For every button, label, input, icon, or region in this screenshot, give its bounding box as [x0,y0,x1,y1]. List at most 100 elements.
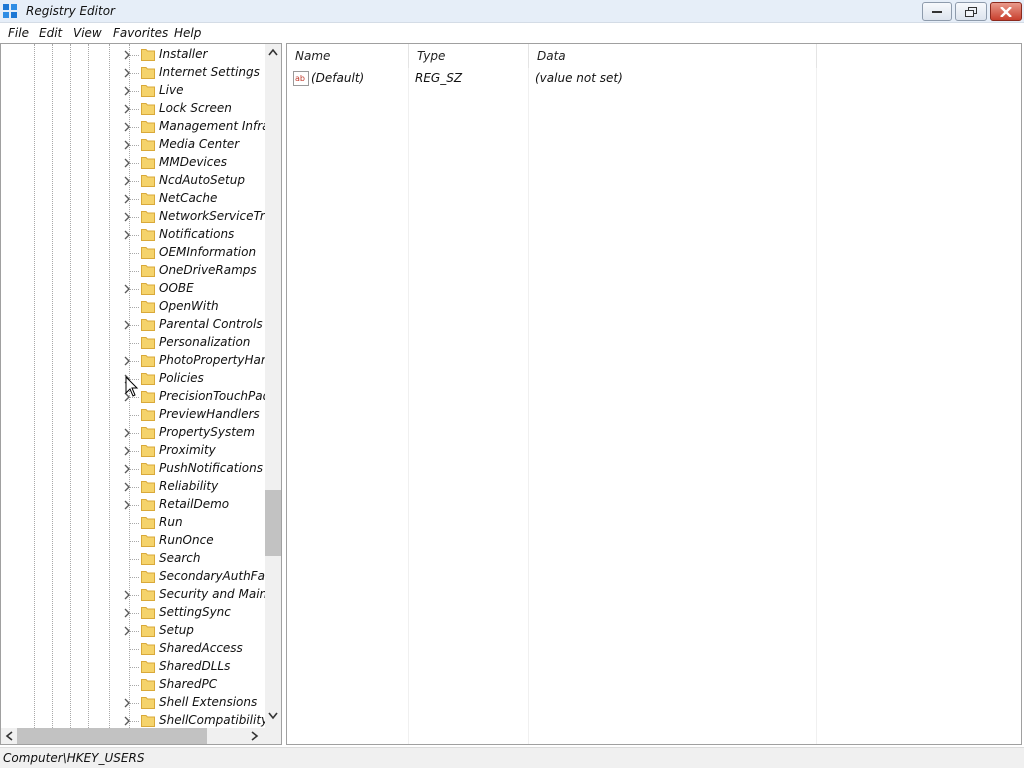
tree-item[interactable]: Setup [1,622,265,640]
registry-icon [3,4,17,18]
expand-chevron-icon[interactable] [123,194,131,204]
tree-item[interactable]: SharedDLLs [1,658,265,676]
current-key-path: Computer\HKEY_USERS [3,751,145,765]
folder-icon [141,121,155,133]
tree-item[interactable]: PhotoPropertyHand [1,352,265,370]
expand-chevron-icon[interactable] [123,356,131,366]
tree-item[interactable]: Live [1,82,265,100]
scroll-left-icon[interactable] [5,731,13,741]
registry-tree-pane[interactable]: Installer Internet Settings Live Lock Scree… [0,43,282,745]
expand-chevron-icon[interactable] [123,464,131,474]
folder-icon [141,139,155,151]
menu-help[interactable]: Help [174,26,201,40]
column-header-data[interactable]: Data [529,44,817,68]
scroll-down-icon[interactable] [268,712,278,720]
tree-item-label: OneDriveRamps [159,263,257,277]
tree-item[interactable]: PropertySystem [1,424,265,442]
minimize-button[interactable] [922,2,952,21]
tree-item[interactable]: Security and Mainte [1,586,265,604]
scroll-up-icon[interactable] [268,48,278,56]
tree-item-label: Parental Controls [159,317,263,331]
expand-chevron-icon[interactable] [123,482,131,492]
expand-chevron-icon[interactable] [123,608,131,618]
tree-item[interactable]: Notifications [1,226,265,244]
expand-chevron-icon[interactable] [123,230,131,240]
tree-item[interactable]: Parental Controls [1,316,265,334]
close-button[interactable] [990,2,1022,21]
restore-button[interactable] [955,2,987,21]
tree-item[interactable]: OpenWith [1,298,265,316]
expand-chevron-icon[interactable] [123,140,131,150]
tree-item[interactable]: Run [1,514,265,532]
folder-icon [141,715,155,727]
tree-item[interactable]: Shell Extensions [1,694,265,712]
tree-item-label: SettingSync [159,605,231,619]
tree-item[interactable]: Proximity [1,442,265,460]
expand-chevron-icon[interactable] [123,122,131,132]
tree-item[interactable]: Media Center [1,136,265,154]
tree-horizontal-scrollbar[interactable] [1,728,265,744]
tree-item[interactable]: Search [1,550,265,568]
tree-item[interactable]: NetCache [1,190,265,208]
tree-item[interactable]: MMDevices [1,154,265,172]
tree-item[interactable]: Internet Settings [1,64,265,82]
tree-horizontal-scroll-thumb[interactable] [17,728,207,744]
tree-branch-line [129,253,139,254]
tree-item[interactable]: SettingSync [1,604,265,622]
folder-icon [141,517,155,529]
expand-chevron-icon[interactable] [123,104,131,114]
menu-file[interactable]: File [8,26,29,40]
folder-icon [141,265,155,277]
folder-icon [141,337,155,349]
column-header-name[interactable]: Name [287,44,409,68]
expand-chevron-icon[interactable] [123,212,131,222]
expand-chevron-icon[interactable] [123,626,131,636]
tree-item[interactable]: Management Infras [1,118,265,136]
tree-item-label: NcdAutoSetup [159,173,245,187]
registry-values-pane[interactable]: Name Type Data ab (Default) REG_SZ (valu… [286,43,1022,745]
value-row[interactable]: ab (Default) REG_SZ (value not set) [287,70,1021,88]
folder-icon [141,607,155,619]
menu-view[interactable]: View [73,26,102,40]
expand-chevron-icon[interactable] [123,284,131,294]
tree-item[interactable]: OOBE [1,280,265,298]
expand-chevron-icon[interactable] [123,698,131,708]
tree-item[interactable]: Installer [1,46,265,64]
expand-chevron-icon[interactable] [123,500,131,510]
tree-item[interactable]: PreviewHandlers [1,406,265,424]
scroll-right-icon[interactable] [251,731,259,741]
tree-item[interactable]: Personalization [1,334,265,352]
folder-icon [141,409,155,421]
tree-item-label: Live [159,83,184,97]
folder-icon [141,481,155,493]
expand-chevron-icon[interactable] [123,446,131,456]
folder-icon [141,247,155,259]
tree-item[interactable]: NetworkServiceTrigg [1,208,265,226]
expand-chevron-icon[interactable] [123,590,131,600]
tree-vertical-scrollbar[interactable] [265,44,281,728]
tree-item[interactable]: SharedPC [1,676,265,694]
tree-item[interactable]: PushNotifications [1,460,265,478]
expand-chevron-icon[interactable] [123,50,131,60]
tree-item[interactable]: Lock Screen [1,100,265,118]
tree-item[interactable]: Reliability [1,478,265,496]
folder-icon [141,319,155,331]
tree-item[interactable]: OEMInformation [1,244,265,262]
tree-item[interactable]: RetailDemo [1,496,265,514]
expand-chevron-icon[interactable] [123,86,131,96]
tree-item[interactable]: RunOnce [1,532,265,550]
tree-item[interactable]: SecondaryAuthFacto [1,568,265,586]
expand-chevron-icon[interactable] [123,716,131,726]
expand-chevron-icon[interactable] [123,428,131,438]
column-header-type[interactable]: Type [409,44,529,68]
expand-chevron-icon[interactable] [123,320,131,330]
tree-item[interactable]: NcdAutoSetup [1,172,265,190]
menu-edit[interactable]: Edit [39,26,62,40]
expand-chevron-icon[interactable] [123,176,131,186]
expand-chevron-icon[interactable] [123,68,131,78]
tree-vertical-scroll-thumb[interactable] [265,490,281,556]
menu-favorites[interactable]: Favorites [113,26,168,40]
expand-chevron-icon[interactable] [123,158,131,168]
tree-item[interactable]: OneDriveRamps [1,262,265,280]
tree-item[interactable]: SharedAccess [1,640,265,658]
